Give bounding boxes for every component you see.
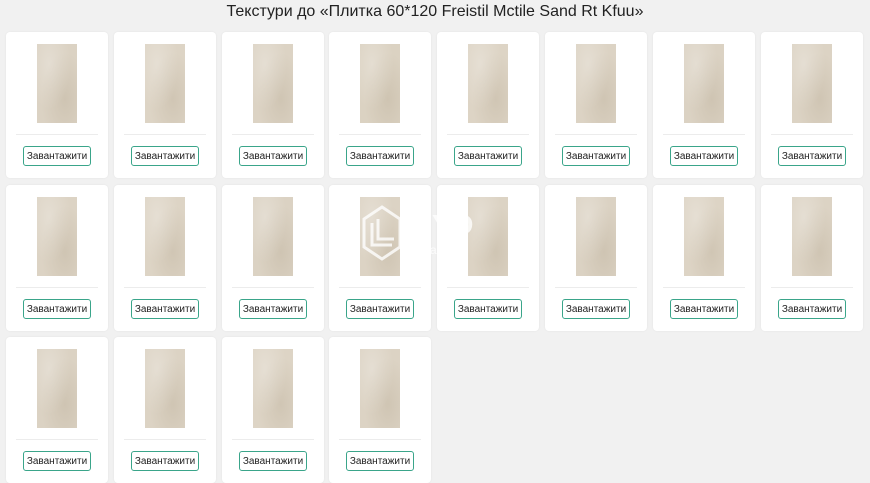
texture-thumbnail[interactable] bbox=[253, 44, 293, 123]
download-button[interactable]: Завантажити bbox=[23, 451, 91, 471]
page-title: Текстури до «Плитка 60*120 Freistil Mcti… bbox=[226, 3, 644, 20]
texture-thumbnail[interactable] bbox=[360, 349, 400, 428]
texture-card: Завантажити bbox=[114, 185, 216, 331]
download-button[interactable]: Завантажити bbox=[778, 146, 846, 166]
texture-card: Завантажити bbox=[329, 32, 431, 178]
texture-card: Завантажити bbox=[545, 185, 647, 331]
card-divider bbox=[447, 134, 529, 135]
card-divider bbox=[339, 439, 421, 440]
texture-thumbnail[interactable] bbox=[468, 44, 508, 123]
texture-thumbnail[interactable] bbox=[792, 44, 832, 123]
texture-thumbnail[interactable] bbox=[145, 44, 185, 123]
texture-card: Завантажити bbox=[222, 185, 324, 331]
card-divider bbox=[339, 134, 421, 135]
card-divider bbox=[555, 134, 637, 135]
texture-thumbnail[interactable] bbox=[684, 44, 724, 123]
card-divider bbox=[663, 287, 745, 288]
card-divider bbox=[232, 439, 314, 440]
download-button[interactable]: Завантажити bbox=[562, 299, 630, 319]
download-button[interactable]: Завантажити bbox=[23, 299, 91, 319]
download-button[interactable]: Завантажити bbox=[778, 299, 846, 319]
download-button[interactable]: Завантажити bbox=[670, 146, 738, 166]
download-button[interactable]: Завантажити bbox=[346, 146, 414, 166]
card-divider bbox=[232, 134, 314, 135]
download-button[interactable]: Завантажити bbox=[346, 299, 414, 319]
download-button[interactable]: Завантажити bbox=[239, 299, 307, 319]
card-divider bbox=[663, 134, 745, 135]
texture-card: Завантажити bbox=[653, 32, 755, 178]
card-divider bbox=[232, 287, 314, 288]
texture-thumbnail[interactable] bbox=[360, 44, 400, 123]
download-button[interactable]: Завантажити bbox=[131, 146, 199, 166]
card-divider bbox=[124, 439, 206, 440]
card-divider bbox=[339, 287, 421, 288]
texture-thumbnail[interactable] bbox=[468, 197, 508, 276]
download-button[interactable]: Завантажити bbox=[346, 451, 414, 471]
texture-thumbnail[interactable] bbox=[145, 197, 185, 276]
texture-thumbnail[interactable] bbox=[360, 197, 400, 276]
texture-card: Завантажити bbox=[437, 185, 539, 331]
texture-card: Завантажити bbox=[6, 32, 108, 178]
card-divider bbox=[771, 134, 853, 135]
texture-thumbnail[interactable] bbox=[253, 349, 293, 428]
card-divider bbox=[124, 134, 206, 135]
download-button[interactable]: Завантажити bbox=[23, 146, 91, 166]
texture-thumbnail[interactable] bbox=[253, 197, 293, 276]
texture-thumbnail[interactable] bbox=[684, 197, 724, 276]
texture-thumbnail[interactable] bbox=[37, 44, 77, 123]
texture-thumbnail[interactable] bbox=[37, 197, 77, 276]
texture-thumbnail[interactable] bbox=[792, 197, 832, 276]
texture-card: Завантажити bbox=[114, 337, 216, 483]
texture-card: Завантажити bbox=[6, 185, 108, 331]
texture-card: Завантажити bbox=[545, 32, 647, 178]
texture-card: Завантажити bbox=[222, 337, 324, 483]
texture-card: Завантажити bbox=[114, 32, 216, 178]
download-button[interactable]: Завантажити bbox=[239, 146, 307, 166]
texture-card: Завантажити bbox=[437, 32, 539, 178]
download-button[interactable]: Завантажити bbox=[562, 146, 630, 166]
texture-card: Завантажити bbox=[329, 337, 431, 483]
texture-card: Завантажити bbox=[222, 32, 324, 178]
texture-thumbnail[interactable] bbox=[576, 44, 616, 123]
card-divider bbox=[555, 287, 637, 288]
download-button[interactable]: Завантажити bbox=[670, 299, 738, 319]
texture-card: Завантажити bbox=[329, 185, 431, 331]
texture-thumbnail[interactable] bbox=[576, 197, 616, 276]
card-divider bbox=[16, 287, 98, 288]
download-button[interactable]: Завантажити bbox=[454, 146, 522, 166]
download-button[interactable]: Завантажити bbox=[454, 299, 522, 319]
download-button[interactable]: Завантажити bbox=[131, 299, 199, 319]
card-divider bbox=[124, 287, 206, 288]
texture-card: Завантажити bbox=[761, 32, 863, 178]
texture-card: Завантажити bbox=[653, 185, 755, 331]
download-button[interactable]: Завантажити bbox=[239, 451, 307, 471]
texture-card: Завантажити bbox=[6, 337, 108, 483]
card-divider bbox=[447, 287, 529, 288]
texture-card: Завантажити bbox=[761, 185, 863, 331]
texture-thumbnail[interactable] bbox=[145, 349, 185, 428]
download-button[interactable]: Завантажити bbox=[131, 451, 199, 471]
card-divider bbox=[16, 439, 98, 440]
card-divider bbox=[771, 287, 853, 288]
texture-thumbnail[interactable] bbox=[37, 349, 77, 428]
card-divider bbox=[16, 134, 98, 135]
